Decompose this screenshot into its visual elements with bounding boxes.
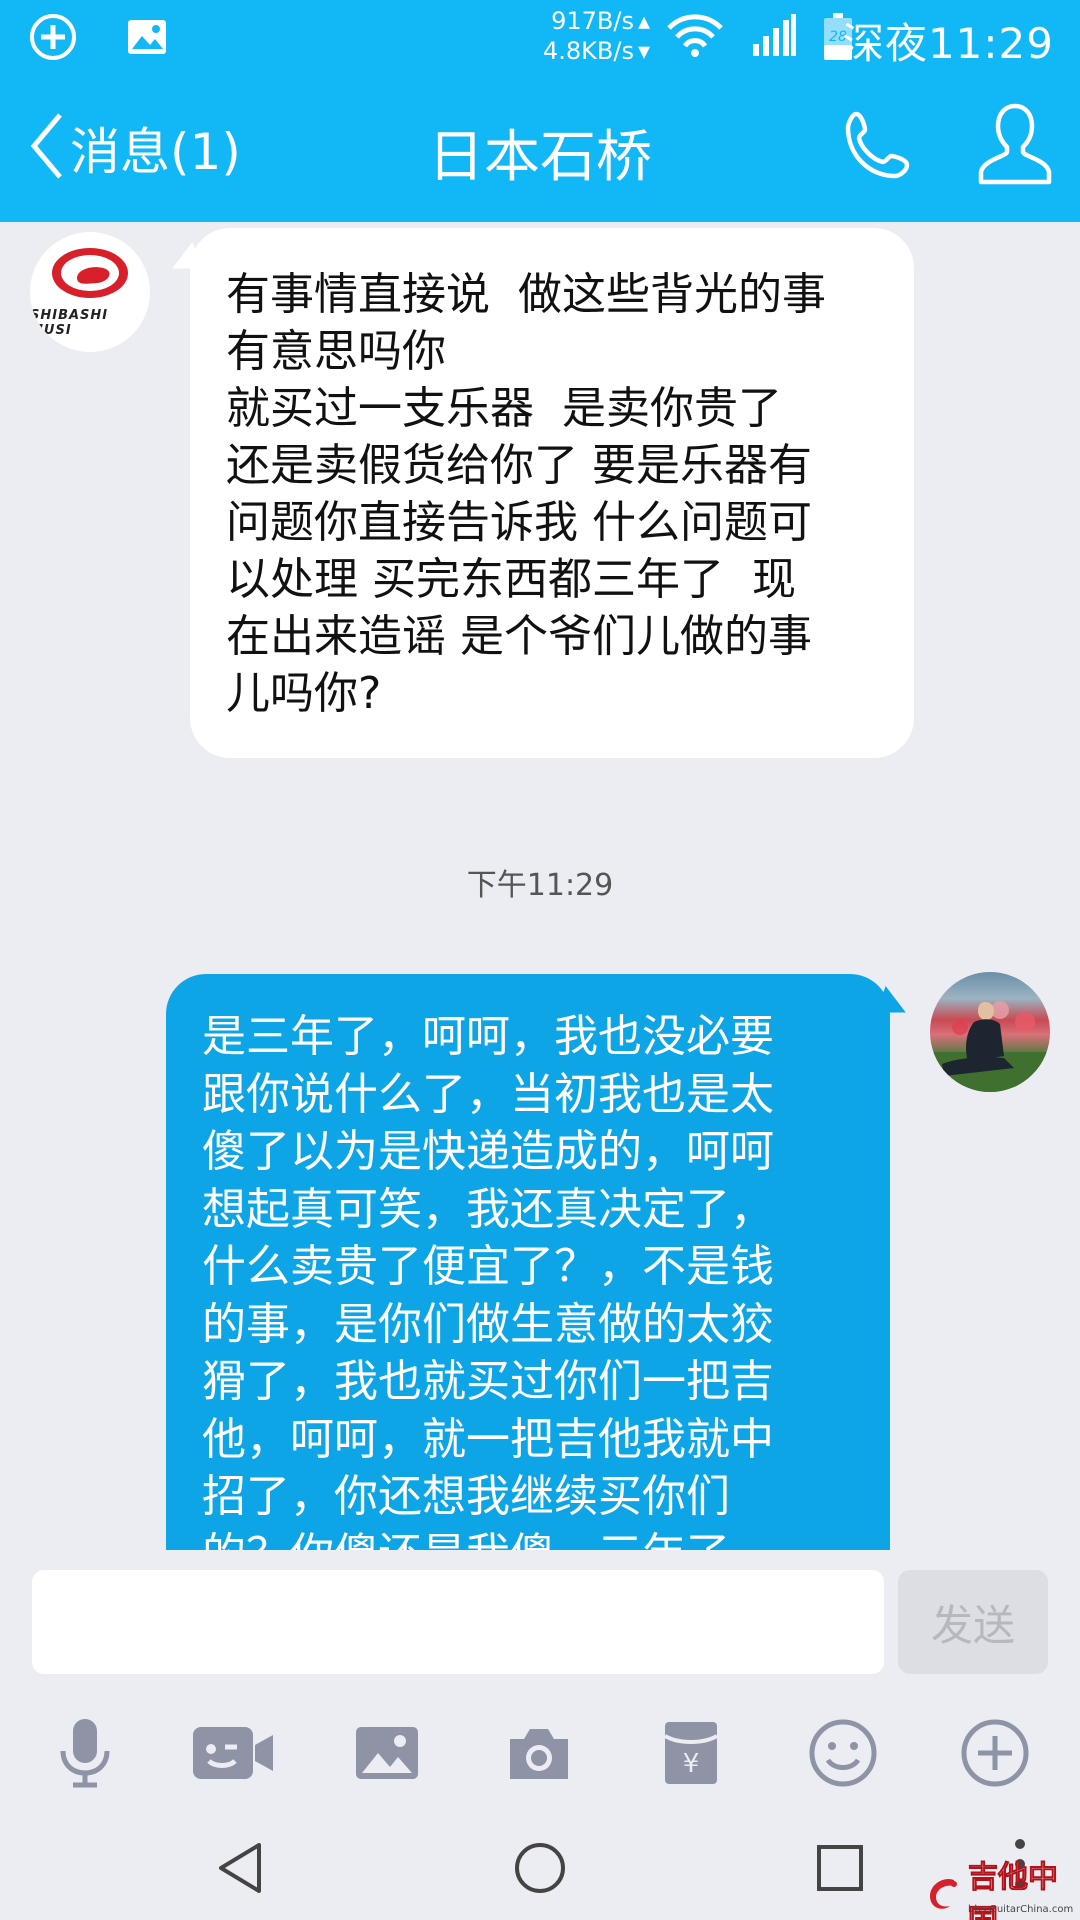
status-right-icons: 28 (665, 12, 853, 62)
emoji-icon (808, 1718, 878, 1792)
arrow-down-icon: ▾ (637, 37, 650, 65)
avatar-photo-icon (930, 1001, 1050, 1092)
watermark-url: bbs.GuitarChina.com (968, 1904, 1074, 1915)
network-speed: 917B/s ▴ 4.8KB/s ▾ (530, 6, 650, 66)
message-timestamp: 下午11:29 (466, 868, 614, 903)
net-up-text: 4.8KB/s (542, 37, 634, 65)
image-icon (126, 16, 168, 62)
chevron-left-icon (28, 111, 64, 185)
outgoing-message[interactable]: 是三年了，呵呵，我也没必要 跟你说什么了，当初我也是太 傻了以为是快递造成的，呵… (166, 974, 890, 1550)
top-bar: 917B/s ▴ 4.8KB/s ▾ 28 深夜11:29 消息(1) 日本石桥 (0, 0, 1080, 222)
photo-icon (354, 1725, 420, 1785)
chat-area[interactable]: SHIBASHI MUSI 有事情直接说 做这些背光的事 有意思吗你 就买过一支… (0, 222, 1080, 1550)
avatar-logo-text: SHIBASHI MUSI (30, 308, 109, 338)
nav-recents-button[interactable] (800, 1830, 880, 1910)
back-button[interactable]: 消息(1) (28, 108, 241, 188)
camera-button[interactable] (494, 1710, 584, 1800)
contact-avatar[interactable]: SHIBASHI MUSI (30, 232, 150, 352)
camera-icon (506, 1725, 572, 1785)
voice-button[interactable] (40, 1710, 130, 1800)
status-time: 深夜11:29 (841, 19, 1054, 68)
red-packet-icon: ¥ (663, 1720, 719, 1790)
profile-icon (978, 103, 1052, 190)
chat-header: 消息(1) 日本石桥 (0, 90, 1080, 200)
message-input[interactable] (32, 1570, 884, 1674)
plus-icon (960, 1718, 1030, 1792)
more-options-button[interactable] (950, 1710, 1040, 1800)
phone-icon (842, 111, 916, 186)
svg-text:¥: ¥ (683, 1749, 700, 1779)
back-icon (215, 1841, 265, 1899)
user-avatar[interactable] (930, 972, 1050, 1092)
send-button[interactable]: 发送 (898, 1570, 1048, 1674)
phone-button[interactable] (842, 108, 916, 182)
incoming-message[interactable]: 有事情直接说 做这些背光的事 有意思吗你 就买过一支乐器 是卖你贵了 还是卖假货… (190, 228, 914, 758)
system-nav-bar (0, 1830, 1080, 1920)
net-down-text: 917B/s (551, 7, 634, 35)
recents-icon (815, 1843, 865, 1897)
video-call-button[interactable] (188, 1710, 278, 1800)
profile-button[interactable] (978, 102, 1052, 186)
music-logo-icon (50, 246, 130, 304)
status-bar: 917B/s ▴ 4.8KB/s ▾ 28 深夜11:29 (0, 0, 1080, 75)
arrow-up-icon: ▴ (637, 7, 650, 35)
video-call-icon (191, 1723, 275, 1787)
emoji-button[interactable] (798, 1710, 888, 1800)
watermark: 吉他中国 bbs.GuitarChina.com (924, 1860, 1080, 1920)
signal-icon (751, 12, 797, 62)
nav-back-button[interactable] (200, 1830, 280, 1910)
status-left-icons (28, 12, 168, 66)
red-packet-button[interactable]: ¥ (646, 1710, 736, 1800)
add-circle-icon (28, 12, 78, 66)
composer-toolbar: ¥ (0, 1710, 1080, 1810)
back-label: 消息(1) (70, 123, 241, 181)
nav-home-button[interactable] (500, 1830, 580, 1910)
wifi-icon (665, 12, 725, 62)
microphone-icon (55, 1717, 115, 1793)
photo-button[interactable] (342, 1710, 432, 1800)
home-icon (513, 1841, 567, 1899)
guitar-logo-icon (924, 1874, 964, 1918)
